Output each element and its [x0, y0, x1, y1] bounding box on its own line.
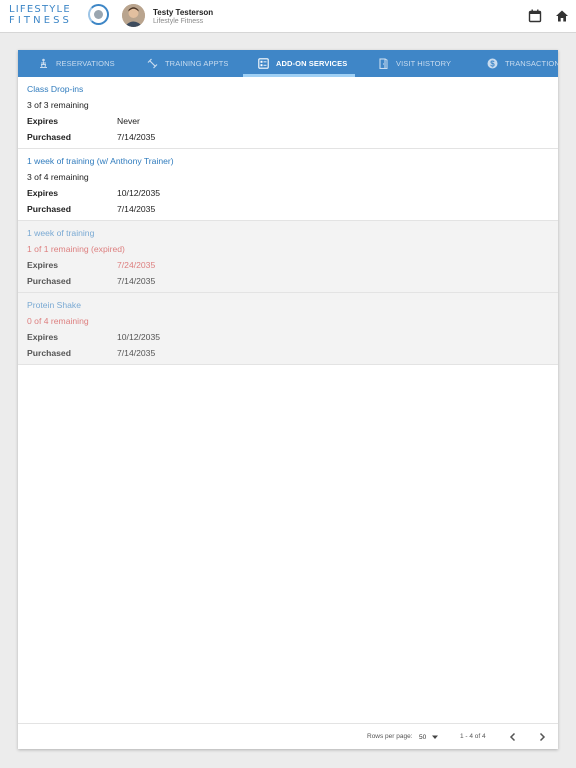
- service-title[interactable]: 1 week of training (w/ Anthony Trainer): [27, 156, 174, 166]
- tab-training-appts[interactable]: Training Appts: [147, 50, 229, 77]
- expires-value: 10/12/2035: [117, 188, 161, 198]
- user-subtitle: Lifestyle Fitness: [153, 18, 204, 25]
- reservation-icon: [40, 58, 47, 68]
- tab-transactions[interactable]: $ Transactions: [487, 50, 558, 77]
- logo-text-top: LIFESTYLE: [9, 4, 71, 15]
- expires-label: Expires: [27, 116, 59, 126]
- chevron-right-icon: [539, 732, 546, 742]
- service-row-expired: Protein Shake 0 of 4 remaining Expires 1…: [18, 293, 558, 365]
- purchased-label: Purchased: [27, 132, 71, 142]
- purchased-label: Purchased: [27, 276, 71, 286]
- service-remaining: 3 of 3 remaining: [27, 100, 89, 110]
- expires-label: Expires: [27, 188, 59, 198]
- service-row: Class Drop-ins 3 of 3 remaining Expires …: [18, 77, 558, 149]
- logo-mark-icon: [88, 4, 109, 25]
- purchased-label: Purchased: [27, 348, 71, 358]
- service-title[interactable]: Class Drop-ins: [27, 84, 83, 94]
- chevron-left-icon: [509, 732, 516, 742]
- avatar[interactable]: [122, 4, 145, 27]
- brand-logo[interactable]: LIFESTYLE FITNESS: [9, 4, 111, 30]
- rows-per-page-select[interactable]: 50: [419, 730, 439, 744]
- purchased-label: Purchased: [27, 204, 71, 214]
- tab-label: Transactions: [505, 59, 558, 68]
- rows-per-page-label: Rows per page:: [367, 733, 413, 740]
- tab-label: Training Appts: [165, 59, 229, 68]
- service-remaining: 1 of 1 remaining (expired): [27, 244, 125, 254]
- expires-value: 7/24/2035: [117, 260, 156, 270]
- table-pagination: Rows per page: 50 1 - 4 of 4: [18, 723, 558, 749]
- expires-label: Expires: [27, 260, 59, 270]
- services-list-icon: [258, 58, 269, 69]
- app-header: LIFESTYLE FITNESS Testy Testerson Lifest…: [0, 0, 576, 33]
- service-row: 1 week of training (w/ Anthony Trainer) …: [18, 149, 558, 221]
- expires-value: Never: [117, 116, 140, 126]
- purchased-value: 7/14/2035: [117, 276, 156, 286]
- service-remaining: 3 of 4 remaining: [27, 172, 89, 182]
- dropdown-arrow-icon: [432, 735, 439, 739]
- previous-page-button[interactable]: [506, 730, 520, 744]
- tab-label: Add-On Services: [276, 59, 348, 68]
- user-name: Testy Testerson: [153, 8, 214, 17]
- purchased-value: 7/14/2035: [117, 132, 156, 142]
- home-icon[interactable]: [555, 9, 569, 23]
- svg-text:$: $: [490, 59, 495, 68]
- purchased-value: 7/14/2035: [117, 204, 156, 214]
- tab-visit-history[interactable]: Visit History: [378, 50, 451, 77]
- expires-value: 10/12/2035: [117, 332, 161, 342]
- tab-bar: Reservations Training Appts Add-On Servi…: [18, 50, 558, 77]
- next-page-button[interactable]: [535, 730, 549, 744]
- door-icon: [379, 58, 388, 69]
- logo-text-bottom: FITNESS: [9, 15, 73, 26]
- purchased-value: 7/14/2035: [117, 348, 156, 358]
- add-on-services-card: Reservations Training Appts Add-On Servi…: [18, 50, 558, 749]
- calendar-icon[interactable]: [528, 9, 542, 23]
- rows-per-page-value: 50: [419, 733, 427, 741]
- tab-reservations[interactable]: Reservations: [38, 50, 115, 77]
- service-row-expired: 1 week of training 1 of 1 remaining (exp…: [18, 221, 558, 293]
- dumbbell-icon: [147, 58, 158, 69]
- expires-label: Expires: [27, 332, 59, 342]
- service-title[interactable]: 1 week of training: [27, 228, 94, 238]
- pagination-range: 1 - 4 of 4: [460, 733, 486, 740]
- dollar-icon: $: [487, 58, 498, 69]
- tab-add-on-services[interactable]: Add-On Services: [258, 50, 347, 77]
- service-remaining: 0 of 4 remaining: [27, 316, 89, 326]
- service-title[interactable]: Protein Shake: [27, 300, 81, 310]
- tab-label: Visit History: [396, 59, 452, 68]
- tab-label: Reservations: [56, 59, 115, 68]
